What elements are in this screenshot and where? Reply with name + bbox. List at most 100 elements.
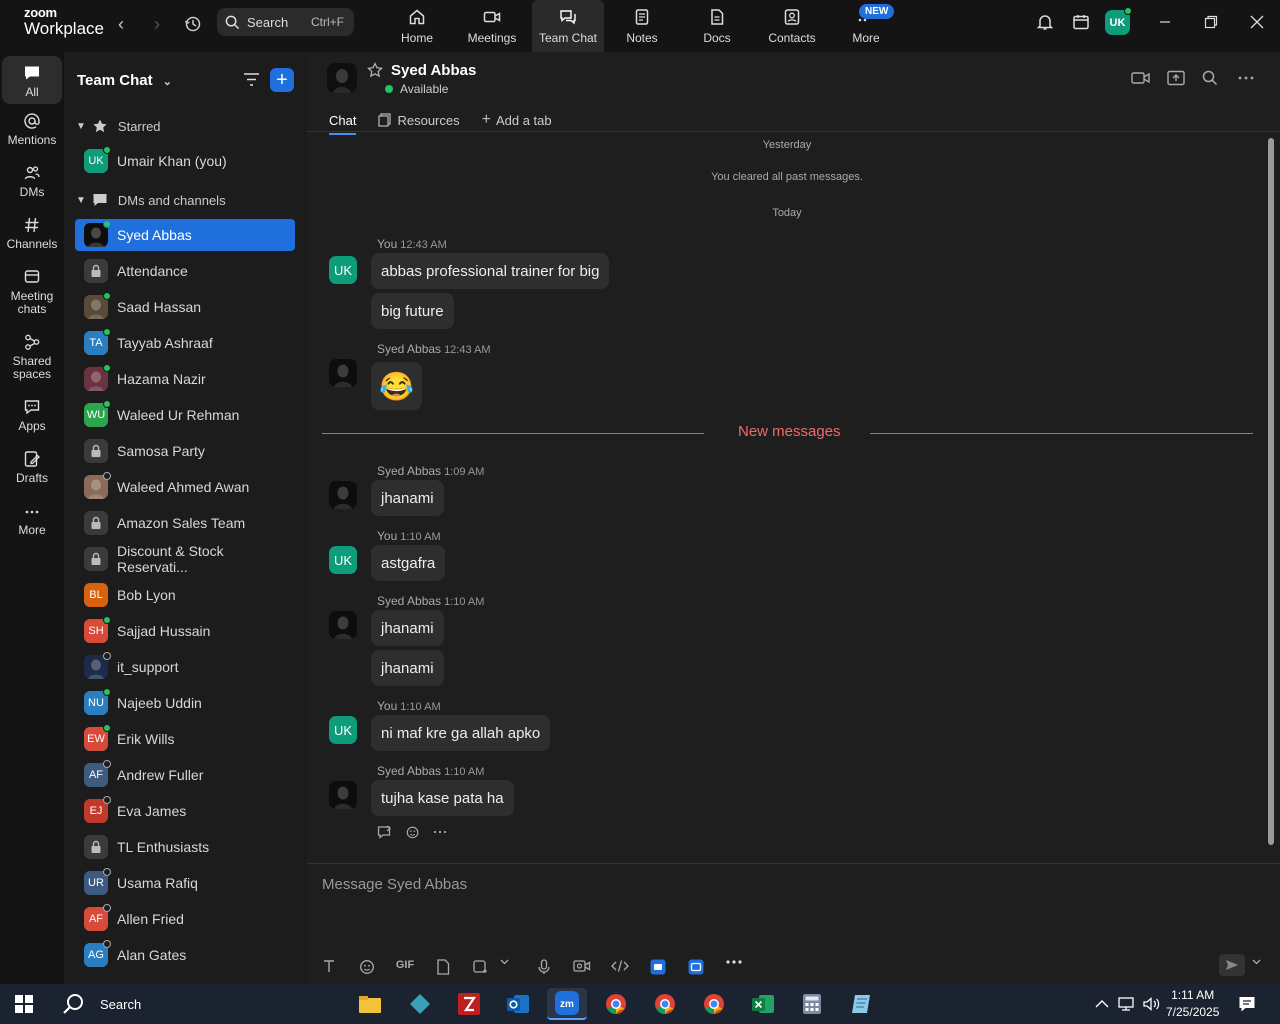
video-message-icon[interactable] (571, 959, 593, 973)
sidebar-item-hazama-nazir[interactable]: Hazama Nazir (75, 363, 295, 395)
message-bubble[interactable]: tujha kase pata ha (371, 780, 514, 816)
rail-channels[interactable]: Channels (2, 216, 62, 251)
tab-docs[interactable]: Docs (681, 0, 753, 52)
zoom-taskbar-icon[interactable]: zm (547, 988, 587, 1020)
whiteboard-app-icon[interactable] (648, 959, 668, 975)
rail-dms[interactable]: DMs (2, 164, 62, 199)
close-icon[interactable] (1242, 0, 1272, 44)
sidebar-item-attendance[interactable]: Attendance (75, 255, 295, 287)
my-avatar[interactable]: UK (329, 256, 357, 284)
sidebar-item-sajjad-hussain[interactable]: SH Sajjad Hussain (75, 615, 295, 647)
forward-arrow-icon[interactable]: › (145, 12, 169, 36)
sender-name[interactable]: You (377, 529, 397, 543)
send-button[interactable] (1219, 954, 1245, 976)
contact-avatar[interactable] (327, 63, 357, 93)
calculator-icon[interactable] (792, 988, 832, 1020)
tab-contacts[interactable]: Contacts (756, 0, 828, 52)
emoji-icon[interactable] (357, 959, 377, 975)
tab-home[interactable]: Home (381, 0, 453, 52)
filezilla-icon[interactable] (449, 988, 489, 1020)
rail-shared-spaces[interactable]: Shared spaces (2, 333, 62, 381)
tab-notes[interactable]: Notes (606, 0, 678, 52)
search-box[interactable]: Search Ctrl+F (217, 8, 354, 36)
sidebar-item-usama-rafiq[interactable]: UR Usama Rafiq (75, 867, 295, 899)
rail-drafts[interactable]: Drafts (2, 450, 62, 485)
video-call-icon[interactable] (1131, 70, 1151, 91)
contact-avatar[interactable] (329, 359, 357, 387)
sidebar-item-andrew-fuller[interactable]: AF Andrew Fuller (75, 759, 295, 791)
restore-icon[interactable] (1196, 0, 1226, 44)
chevron-down-icon[interactable] (497, 959, 511, 965)
network-icon[interactable] (1118, 995, 1136, 1018)
reply-icon[interactable] (377, 825, 393, 839)
sidebar-item-alan-gates[interactable]: AG Alan Gates (75, 939, 295, 971)
notepad-icon[interactable] (841, 988, 881, 1020)
sidebar-item-allen-fried[interactable]: AF Allen Fried (75, 903, 295, 935)
rail-meeting-chats[interactable]: Meeting chats (2, 268, 62, 316)
search-icon[interactable] (1202, 70, 1218, 91)
outlook-icon[interactable] (498, 988, 538, 1020)
filter-icon[interactable] (243, 72, 260, 92)
tab-team-chat[interactable]: Team Chat (532, 0, 604, 52)
message-scrollbar[interactable] (1268, 138, 1274, 845)
sidebar-item-discount-stock-reservati[interactable]: Discount & Stock Reservati... (75, 543, 295, 575)
zoom-app-icon[interactable] (686, 959, 706, 975)
sidebar-item-it-support[interactable]: it_support (75, 651, 295, 683)
message-bubble[interactable]: astgafra (371, 545, 446, 581)
sidebar-item-tl-enthusiasts[interactable]: TL Enthusiasts (75, 831, 295, 863)
file-explorer-icon[interactable] (350, 988, 390, 1020)
sidebar-item-waleed-ur-rehman[interactable]: WU Waleed Ur Rehman (75, 399, 295, 431)
sender-name[interactable]: Syed Abbas (377, 342, 441, 356)
minimize-icon[interactable] (1150, 0, 1180, 44)
section-starred[interactable]: ▼ Starred (76, 118, 161, 134)
my-avatar[interactable]: UK (329, 716, 357, 744)
message-bubble[interactable]: 😂 (371, 362, 422, 410)
windows-start-icon[interactable] (15, 995, 33, 1018)
sender-name[interactable]: You (377, 237, 397, 251)
tray-chevron-up-icon[interactable] (1095, 996, 1109, 1014)
sender-name[interactable]: You (377, 699, 397, 713)
history-icon[interactable] (181, 12, 205, 36)
rail-apps[interactable]: Apps (2, 398, 62, 433)
app-diamond-icon[interactable] (400, 988, 440, 1020)
notifications-icon[interactable] (1238, 995, 1256, 1018)
taskbar-clock[interactable]: 1:11 AM 7/25/2025 (1166, 987, 1219, 1021)
message-bubble[interactable]: jhanami (371, 610, 444, 646)
taskbar-search[interactable]: Search (56, 984, 341, 1024)
file-icon[interactable] (433, 959, 453, 975)
contact-avatar[interactable] (329, 611, 357, 639)
more-options-icon[interactable] (1237, 70, 1255, 91)
sidebar-item-najeeb-uddin[interactable]: NU Najeeb Uddin (75, 687, 295, 719)
tab-resources[interactable]: Resources (378, 108, 460, 132)
contact-avatar[interactable] (329, 781, 357, 809)
sidebar-item-tayyab-ashraaf[interactable]: TA Tayyab Ashraaf (75, 327, 295, 359)
chrome-profile-2-icon[interactable] (645, 988, 685, 1020)
message-bubble[interactable]: ni maf kre ga allah apko (371, 715, 551, 751)
contact-avatar[interactable] (329, 481, 357, 509)
my-avatar[interactable]: UK (329, 546, 357, 574)
screenshot-icon[interactable] (470, 959, 490, 975)
format-text-icon[interactable] (319, 959, 339, 973)
message-bubble[interactable]: jhanami (371, 480, 444, 516)
rail-mentions[interactable]: Mentions (2, 112, 62, 147)
rail-more[interactable]: More (2, 504, 62, 537)
sidebar-item-erik-wills[interactable]: EW Erik Wills (75, 723, 295, 755)
message-input[interactable] (322, 872, 1222, 896)
sidebar-item-syed-abbas[interactable]: Syed Abbas (75, 219, 295, 251)
star-outline-icon[interactable] (367, 62, 383, 78)
microphone-icon[interactable] (534, 959, 554, 975)
new-chat-button[interactable]: + (270, 68, 294, 92)
section-dms-channels[interactable]: ▼ DMs and channels (76, 192, 226, 208)
sidebar-item-amazon-sales-team[interactable]: Amazon Sales Team (75, 507, 295, 539)
contact-name[interactable]: Syed Abbas (391, 62, 476, 79)
more-tools-icon[interactable] (723, 959, 745, 965)
message-bubble[interactable]: big future (371, 293, 454, 329)
send-options-chevron-icon[interactable] (1249, 959, 1263, 965)
rail-all[interactable]: All (2, 56, 62, 104)
volume-icon[interactable] (1142, 995, 1160, 1018)
tab-chat[interactable]: Chat (329, 108, 357, 135)
gif-button[interactable]: GIF (393, 959, 417, 971)
message-bubble[interactable]: jhanami (371, 650, 444, 686)
sidebar-title[interactable]: Team Chat ⌄ (77, 72, 172, 89)
tab-meetings[interactable]: Meetings (456, 0, 528, 52)
